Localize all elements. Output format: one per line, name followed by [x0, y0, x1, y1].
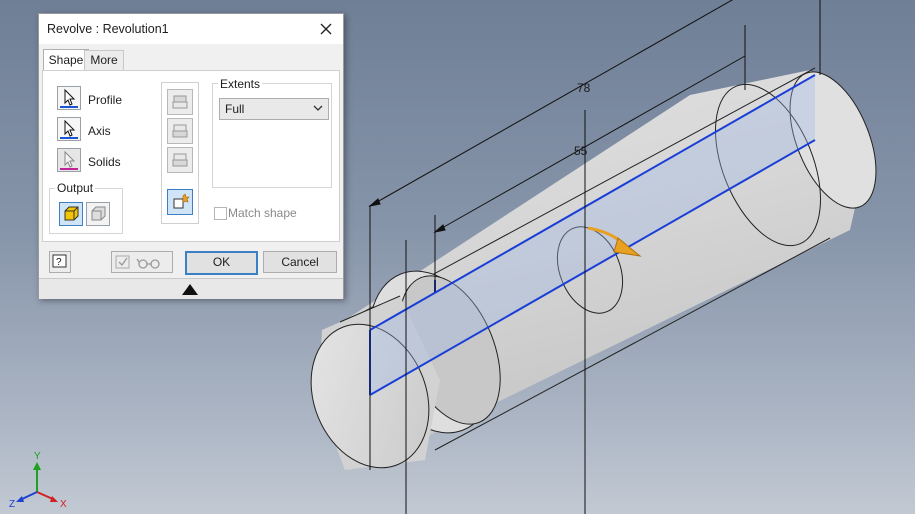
help-button[interactable]: ?	[49, 251, 71, 273]
dialog-footer	[39, 278, 343, 299]
solids-selector-button[interactable]	[57, 148, 81, 172]
new-solid-icon	[173, 193, 190, 209]
match-shape-checkbox[interactable]	[214, 207, 227, 220]
ok-button[interactable]: OK	[185, 251, 258, 275]
surface-output-icon	[91, 206, 106, 221]
join-icon	[172, 95, 188, 109]
intersect-button[interactable]	[167, 147, 193, 173]
cut-button[interactable]	[167, 118, 193, 144]
chevron-down-icon	[313, 105, 323, 111]
operation-group	[161, 82, 199, 224]
extents-dropdown[interactable]: Full	[219, 98, 329, 120]
dialog-title: Revolve : Revolution1	[47, 22, 169, 36]
new-solid-button[interactable]	[167, 189, 193, 215]
axis-label: Axis	[88, 124, 111, 138]
expand-chevron-icon[interactable]	[182, 284, 198, 295]
help-icon: ?	[52, 254, 67, 268]
dialog-titlebar[interactable]: Revolve : Revolution1	[39, 14, 343, 44]
y-axis-label: Y	[34, 451, 41, 462]
join-button[interactable]	[167, 89, 193, 115]
cut-icon	[172, 124, 188, 138]
surface-output-button[interactable]	[86, 202, 110, 226]
solid-output-button[interactable]	[59, 202, 83, 226]
solid-output-icon	[64, 206, 79, 221]
tab-more[interactable]: More	[84, 50, 124, 70]
profile-selector-button[interactable]	[57, 86, 81, 110]
cancel-button[interactable]: Cancel	[263, 251, 337, 273]
z-axis-label: Z	[9, 499, 15, 510]
x-axis-label: X	[60, 499, 67, 510]
extents-value: Full	[225, 102, 245, 116]
axis-selector-button[interactable]	[57, 117, 81, 141]
close-icon[interactable]	[315, 18, 337, 40]
dimension-55[interactable]: 55	[574, 144, 588, 158]
preview-toggle-button[interactable]	[111, 251, 173, 273]
match-shape-label: Match shape	[228, 206, 297, 220]
view-triad: Y X Z	[9, 451, 67, 510]
profile-label: Profile	[88, 93, 123, 107]
revolve-dialog: Revolve : Revolution1 Shape More Profile…	[38, 13, 344, 299]
extents-label: Extents	[218, 77, 263, 91]
intersect-icon	[172, 153, 188, 167]
preview-glasses-icon	[115, 255, 160, 269]
solids-label: Solids	[88, 155, 121, 169]
output-label: Output	[55, 181, 96, 195]
svg-text:?: ?	[56, 257, 62, 268]
tab-shape[interactable]: Shape	[43, 49, 89, 71]
dimension-78[interactable]: 78	[577, 81, 591, 95]
